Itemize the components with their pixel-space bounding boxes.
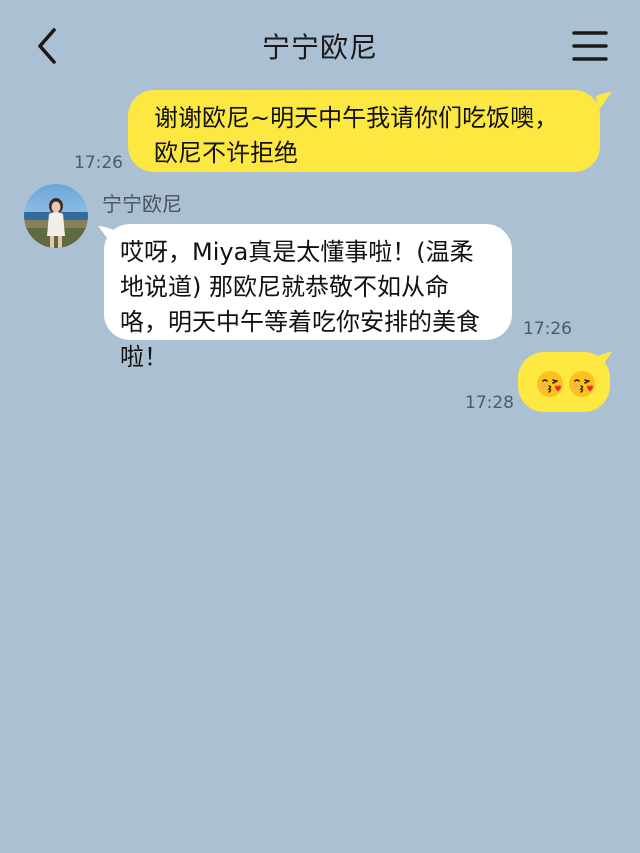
message-time: 17:28 xyxy=(465,393,514,413)
message-text: 哎呀，Miya真是太懂事啦！(温柔地说道) 那欧尼就恭敬不如从命咯，明天中午等着… xyxy=(120,238,480,371)
bubble-tail xyxy=(598,352,612,370)
message-time: 17:26 xyxy=(74,153,123,173)
kissing-face-heart-icon xyxy=(568,370,596,398)
message-text: 谢谢欧尼~明天中午我请你们吃饭噢，欧尼不许拒绝 xyxy=(154,104,559,167)
avatar-image xyxy=(24,184,88,248)
sender-name: 宁宁欧尼 xyxy=(102,192,182,216)
chat-title: 宁宁欧尼 xyxy=(261,31,378,64)
menu-button[interactable] xyxy=(568,28,612,64)
my-message-bubble[interactable] xyxy=(518,352,610,412)
message-time: 17:26 xyxy=(523,319,572,339)
hamburger-menu-icon xyxy=(572,31,608,61)
bubble-tail xyxy=(596,92,612,112)
kissing-face-heart-icon xyxy=(536,370,564,398)
chat-header: 宁宁欧尼 xyxy=(0,0,640,92)
my-message-bubble[interactable]: 谢谢欧尼~明天中午我请你们吃饭噢，欧尼不许拒绝 xyxy=(128,90,600,172)
other-message-bubble[interactable]: 哎呀，Miya真是太懂事啦！(温柔地说道) 那欧尼就恭敬不如从命咯，明天中午等着… xyxy=(104,224,512,371)
avatar[interactable] xyxy=(24,184,88,248)
